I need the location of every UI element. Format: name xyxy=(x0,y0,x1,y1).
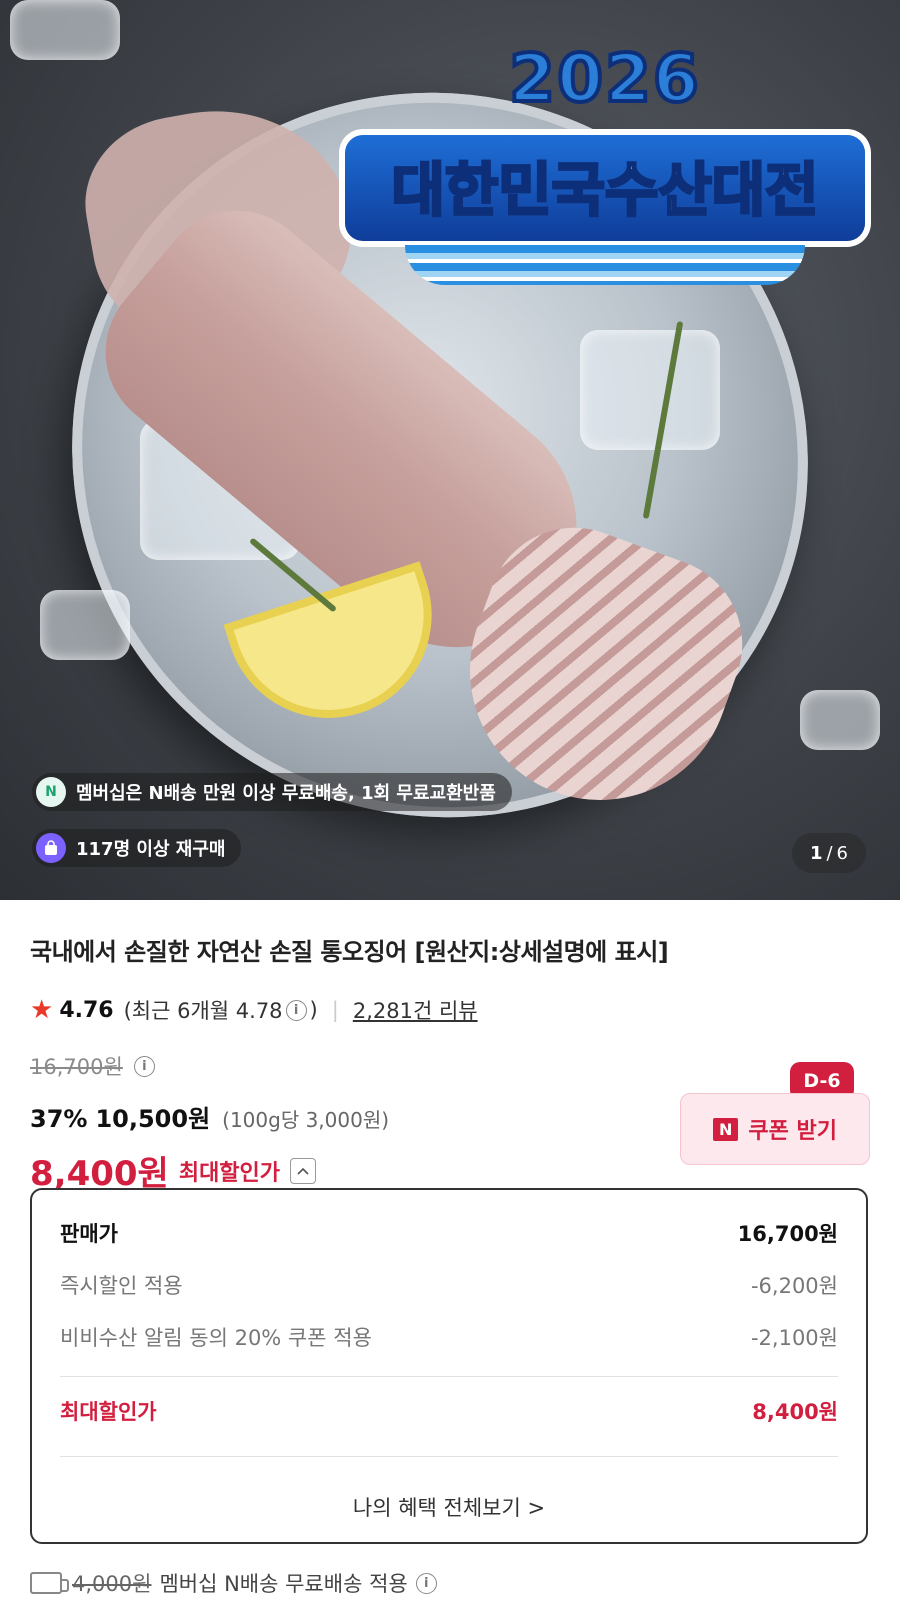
divider xyxy=(60,1376,838,1377)
max-price-label: 최대할인가 xyxy=(178,1160,281,1186)
view-all-benefits-link[interactable]: 나의 혜택 전체보기 > xyxy=(32,1492,866,1522)
coupon-label: 쿠폰 받기 xyxy=(748,1119,837,1144)
separator: | xyxy=(331,998,339,1022)
shopping-bag-icon xyxy=(36,833,66,863)
shipping-text: 멤버십 N배송 무료배송 적용 xyxy=(159,1572,408,1596)
banner-year: 2026 xyxy=(507,38,701,119)
rating-score: 4.76 xyxy=(59,997,114,1023)
breakdown-label: 비비수산 알림 동의 20% 쿠폰 적용 xyxy=(60,1326,372,1350)
breakdown-row-coupon: 비비수산 알림 동의 20% 쿠폰 적용 -2,100원 xyxy=(60,1322,838,1352)
membership-text: 멤버십은 N배송 만원 이상 무료배송, 1회 무료교환반품 xyxy=(76,783,496,804)
review-count-link[interactable]: 2,281건 리뷰 xyxy=(353,995,478,1025)
repurchase-pill: 117명 이상 재구매 xyxy=(32,829,242,867)
discounted-price: 10,500원 xyxy=(95,1105,211,1133)
recent-rating: (최근 6개월 4.78 xyxy=(123,999,283,1023)
breakdown-value: -6,200원 xyxy=(750,1274,838,1298)
star-icon: ★ xyxy=(30,995,54,1025)
original-price: 16,700원 xyxy=(30,1055,123,1079)
chevron-up-icon[interactable] xyxy=(290,1157,317,1184)
shipping-row: 4,000원 멤버십 N배송 무료배송 적용 i xyxy=(30,1568,440,1598)
original-price-row: 16,700원 i xyxy=(30,1051,870,1081)
info-icon[interactable]: i xyxy=(285,999,307,1021)
unit-price: (100g당 3,000원) xyxy=(222,1108,390,1132)
breakdown-value: 16,700원 xyxy=(737,1222,838,1246)
discount-rate: 37% xyxy=(30,1105,88,1133)
price-breakdown-panel: 판매가 16,700원 즉시할인 적용 -6,200원 비비수산 알림 동의 2… xyxy=(30,1188,868,1544)
membership-pill: N 멤버십은 N배송 만원 이상 무료배송, 1회 무료교환반품 xyxy=(32,773,512,811)
rating-row: ★ 4.76 (최근 6개월 4.78 i ) | 2,281건 리뷰 xyxy=(30,995,870,1025)
ice-cube xyxy=(40,590,130,660)
event-banner: 2026 대한민국수산대전 xyxy=(345,38,865,290)
original-shipping-fee: 4,000원 xyxy=(72,1572,152,1596)
recent-rating-close: ) xyxy=(309,998,318,1022)
price-info-icon[interactable]: i xyxy=(133,1055,155,1077)
shipping-info-icon[interactable]: i xyxy=(415,1572,437,1594)
breakdown-row-instant-discount: 즉시할인 적용 -6,200원 xyxy=(60,1270,838,1300)
product-image-carousel[interactable]: 2026 대한민국수산대전 N 멤버십은 N배송 만원 이상 무료배송, 1회 … xyxy=(0,0,900,900)
banner-title: 대한민국수산대전 xyxy=(345,135,865,241)
ice-cube xyxy=(580,330,720,450)
counter-current: 1 xyxy=(809,842,823,864)
repurchase-text: 117명 이상 재구매 xyxy=(76,839,226,860)
product-title: 국내에서 손질한 자연산 손질 통오징어 [원산지:상세설명에 표시] xyxy=(30,938,669,966)
wave-decoration xyxy=(405,245,805,285)
truck-icon xyxy=(30,1572,69,1594)
breakdown-label: 즉시할인 적용 xyxy=(60,1274,183,1298)
divider xyxy=(60,1456,838,1457)
ice-cube xyxy=(800,690,880,750)
breakdown-max-label: 최대할인가 xyxy=(60,1400,157,1424)
coupon-button[interactable]: N 쿠폰 받기 xyxy=(680,1093,870,1165)
breakdown-max-value: 8,400원 xyxy=(752,1400,838,1424)
breakdown-row-max-price: 최대할인가 8,400원 xyxy=(60,1396,838,1426)
breakdown-value: -2,100원 xyxy=(750,1326,838,1350)
counter-total: 6 xyxy=(836,842,848,864)
naver-membership-icon: N xyxy=(36,777,66,807)
naver-n-icon: N xyxy=(712,1117,739,1141)
breakdown-label: 판매가 xyxy=(60,1222,118,1246)
breakdown-row-sale-price: 판매가 16,700원 xyxy=(60,1218,838,1248)
ice-cube xyxy=(10,0,120,60)
image-counter: 1 / 6 xyxy=(791,833,866,873)
